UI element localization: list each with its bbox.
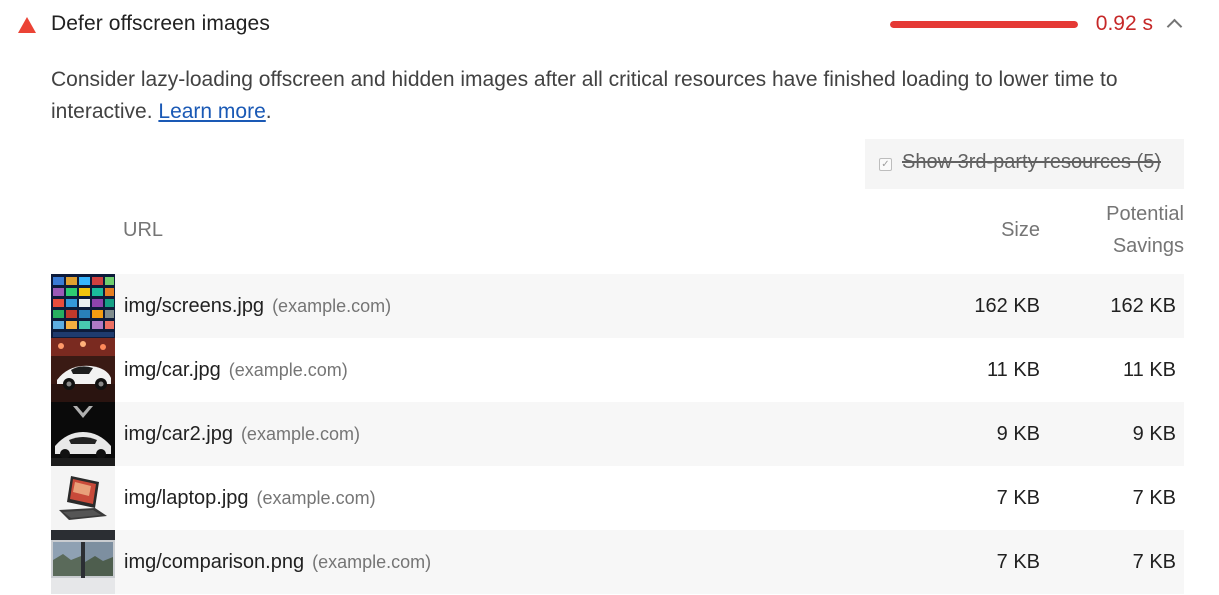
resource-size: 9 KB (996, 422, 1040, 445)
car-thumbnail (51, 338, 115, 402)
car2-thumbnail (51, 402, 115, 466)
resource-path: img/comparison.png (124, 550, 305, 573)
resource-host: (example.com) (256, 487, 376, 508)
audit-description: Consider lazy-loading offscreen and hidd… (51, 64, 1161, 128)
description-end: . (265, 100, 272, 123)
resource-size: 7 KB (996, 550, 1040, 573)
audit-title: Defer offscreen images (51, 12, 270, 35)
resource-host: (example.com) (272, 295, 392, 316)
table-row: img/car.jpg (example.com) 11 KB 11 KB (51, 338, 1184, 402)
resource-savings: 11 KB (1123, 358, 1176, 381)
savings-bar (890, 21, 1078, 28)
resource-host: (example.com) (228, 359, 348, 380)
resource-savings: 7 KB (1132, 486, 1176, 509)
savings-bar-fill (890, 21, 1078, 28)
offscreen-images-audit: Defer offscreen images 0.92 s Consider l… (0, 0, 1219, 595)
resource-host: (example.com) (240, 423, 360, 444)
table-row: img/comparison.png (example.com) 7 KB 7 K… (51, 530, 1184, 594)
resource-path: img/screens.jpg (124, 294, 265, 317)
learn-more-link[interactable]: Learn more (158, 100, 265, 123)
column-header-savings-line2: Savings (1112, 235, 1184, 257)
resource-savings: 9 KB (1132, 422, 1176, 445)
screens-thumbnail (51, 274, 115, 338)
comparison-thumbnail (51, 530, 115, 594)
resource-url[interactable]: img/comparison.png (example.com) (124, 551, 431, 574)
table-row: img/car2.jpg (example.com) 9 KB 9 KB (51, 402, 1184, 466)
resource-size: 162 KB (974, 294, 1040, 317)
resource-size: 7 KB (996, 486, 1040, 509)
resource-path: img/laptop.jpg (124, 486, 249, 509)
audit-header[interactable]: Defer offscreen images 0.92 s (0, 0, 1219, 50)
resource-savings: 162 KB (1110, 294, 1176, 317)
table-row: img/screens.jpg (example.com) 162 KB 162 … (51, 274, 1184, 338)
column-header-savings: Potential Savings (1064, 198, 1184, 262)
chevron-up-icon[interactable] (1166, 18, 1183, 35)
laptop-thumbnail (51, 466, 115, 530)
table-row: img/laptop.jpg (example.com) 7 KB 7 KB (51, 466, 1184, 530)
savings-value: 0.92 s (1095, 12, 1153, 35)
resource-savings: 7 KB (1132, 550, 1176, 573)
resource-url[interactable]: img/laptop.jpg (example.com) (124, 487, 376, 510)
column-header-size: Size (1001, 219, 1040, 241)
third-party-filter[interactable]: ✓ Show 3rd-party resources (5) (865, 139, 1184, 189)
resource-url[interactable]: img/car2.jpg (example.com) (124, 423, 360, 446)
resource-size: 11 KB (987, 358, 1040, 381)
column-header-url: URL (123, 219, 164, 241)
resource-table: img/screens.jpg (example.com) 162 KB 162 … (51, 274, 1184, 594)
resource-host: (example.com) (312, 551, 432, 572)
fail-triangle-icon (18, 17, 36, 33)
third-party-label[interactable]: Show 3rd-party resources (5) (902, 151, 1161, 174)
resource-url[interactable]: img/car.jpg (example.com) (124, 359, 348, 382)
resource-path: img/car.jpg (124, 358, 221, 381)
resource-url[interactable]: img/screens.jpg (example.com) (124, 295, 391, 318)
resource-path: img/car2.jpg (124, 422, 233, 445)
third-party-checkbox[interactable]: ✓ (879, 158, 892, 171)
column-header-savings-line1: Potential (1106, 203, 1184, 225)
